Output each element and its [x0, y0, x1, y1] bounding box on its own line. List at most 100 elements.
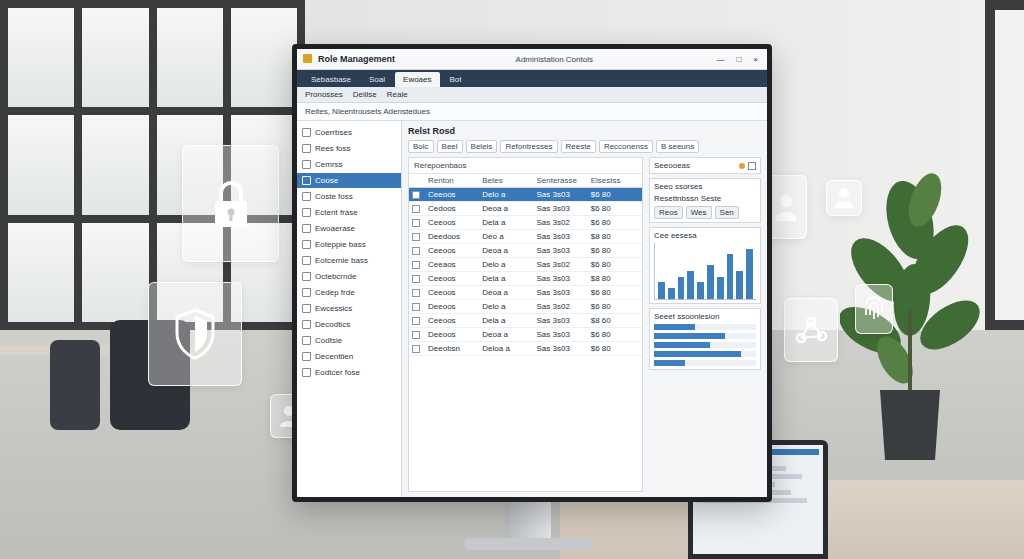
sidebar-item[interactable]: Coerrbses	[297, 125, 401, 140]
table-row[interactable]: CeeoosDeoa aSas 3s03$6 80	[409, 244, 642, 258]
filter-chip[interactable]: Beleis	[466, 140, 498, 153]
panel-button[interactable]: Reos	[654, 206, 683, 219]
sidebar-item[interactable]: Coose	[297, 173, 401, 188]
panel-button[interactable]: Wes	[686, 206, 712, 219]
sidebar-item[interactable]: Coste foss	[297, 189, 401, 204]
window-subtitle: Administation Contols	[401, 55, 707, 64]
row-checkbox[interactable]	[412, 317, 420, 325]
table-row[interactable]: CeeoosDelo aSas 3s03$6 80	[409, 188, 642, 202]
table-cell: Deeoos	[425, 328, 479, 342]
sidebar-item[interactable]: Decenttien	[297, 349, 401, 364]
row-checkbox[interactable]	[412, 289, 420, 297]
table-row[interactable]: CeeoosDela aSas 3s03$8 80	[409, 272, 642, 286]
sidebar-item[interactable]: Ewoaerase	[297, 221, 401, 236]
window-control[interactable]: —	[713, 55, 727, 64]
panel-button[interactable]: Sen	[715, 206, 739, 219]
user-icon	[826, 180, 862, 216]
sidebar-label: Codtsie	[315, 336, 342, 345]
table-cell: Deedoos	[425, 230, 479, 244]
card-sublabel: Resettnbssn Seste	[654, 194, 756, 203]
filter-chip[interactable]: Bolc	[408, 140, 434, 153]
table-cell: Sas 3s03	[534, 314, 588, 328]
sidebar-item[interactable]: Cedep frde	[297, 285, 401, 300]
window-pane	[82, 115, 148, 214]
sidebar-item[interactable]: Eoteppie bass	[297, 237, 401, 252]
table-cell: Deoa a	[479, 202, 533, 216]
lock-icon	[182, 145, 279, 262]
sidebar-item[interactable]: Eodtcer fose	[297, 365, 401, 380]
sidebar-item[interactable]: Codtsie	[297, 333, 401, 348]
table-cell: $6 80	[588, 286, 642, 300]
item-icon	[302, 224, 311, 233]
tab[interactable]: Ewoaes	[395, 72, 439, 87]
hbar	[654, 333, 725, 339]
table-row[interactable]: CeeoosDeoa aSas 3s03$6 80	[409, 286, 642, 300]
sidebar-item[interactable]: Decodtics	[297, 317, 401, 332]
sub-tab[interactable]: Pronosses	[305, 90, 343, 99]
row-checkbox[interactable]	[412, 345, 420, 353]
sidebar-label: Rees foss	[315, 144, 351, 153]
sub-tab[interactable]: Deiilse	[353, 90, 377, 99]
row-checkbox[interactable]	[412, 275, 420, 283]
filter-chip[interactable]: Reeste	[561, 140, 596, 153]
filter-chip[interactable]: Refontresses	[500, 140, 557, 153]
tab[interactable]: Bot	[442, 72, 470, 87]
row-checkbox[interactable]	[412, 261, 420, 269]
row-checkbox[interactable]	[412, 247, 420, 255]
window-control[interactable]: ×	[750, 55, 761, 64]
monitor-base	[465, 538, 595, 550]
table-cell: Cedoos	[425, 202, 479, 216]
sidebar-item[interactable]: Ectent frase	[297, 205, 401, 220]
filter-chip[interactable]: Beel	[437, 140, 463, 153]
table-cell: Sas 3s03	[534, 202, 588, 216]
column-header[interactable]: Elsestss	[588, 174, 642, 188]
row-checkbox[interactable]	[412, 303, 420, 311]
row-checkbox[interactable]	[412, 233, 420, 241]
filter-chip[interactable]: B seeuns	[656, 140, 699, 153]
window-pane	[157, 8, 223, 107]
table-row[interactable]: DeeoosDeoa aSas 3s03$6 80	[409, 328, 642, 342]
sidebar-item[interactable]: Ewcessics	[297, 301, 401, 316]
tab[interactable]: Soal	[361, 72, 393, 87]
row-checkbox[interactable]	[412, 219, 420, 227]
sidebar-item[interactable]: Octebcrnde	[297, 269, 401, 284]
table-cell: Sas 3s03	[534, 328, 588, 342]
table-cell: Ceeoos	[425, 314, 479, 328]
chart-bar	[727, 254, 734, 299]
item-icon	[302, 208, 311, 217]
item-icon	[302, 256, 311, 265]
sidebar-label: Decodtics	[315, 320, 350, 329]
column-header[interactable]: Renton	[425, 174, 479, 188]
column-header[interactable]: Senterasse	[534, 174, 588, 188]
window-pane	[8, 8, 74, 107]
table-row[interactable]: DeeobsnDeloa aSas 3s03$6 80	[409, 342, 642, 356]
sidebar: CoerrbsesRees fossCemrssCooseCoste fossE…	[297, 121, 402, 497]
sidebar-item[interactable]: Cemrss	[297, 157, 401, 172]
table-row[interactable]: CeeaosDelo aSas 3s02$6 80	[409, 258, 642, 272]
row-checkbox[interactable]	[412, 331, 420, 339]
bar-chart	[654, 243, 756, 300]
app-body: CoerrbsesRees fossCemrssCooseCoste fossE…	[297, 121, 767, 497]
sidebar-item[interactable]: Rees foss	[297, 141, 401, 156]
table-cell: Sas 3s03	[534, 342, 588, 356]
roles-table-panel: RerepoenbaosRentonBetesSenterasseElsests…	[408, 157, 643, 492]
table-cell: Delo a	[479, 258, 533, 272]
item-icon	[302, 336, 311, 345]
table-row[interactable]: CeeoosDela aSas 3s02$6 80	[409, 216, 642, 230]
window-control[interactable]: □	[733, 55, 744, 64]
table-cell: Dela a	[479, 314, 533, 328]
row-checkbox[interactable]	[412, 191, 420, 199]
sidebar-label: Coerrbses	[315, 128, 352, 137]
row-checkbox[interactable]	[412, 205, 420, 213]
table-row[interactable]: CeeoosDela aSas 3s03$8 60	[409, 314, 642, 328]
table-row[interactable]: DeeoosDelo aSas 3s02$6 80	[409, 300, 642, 314]
sub-tab[interactable]: Reale	[387, 90, 408, 99]
table-row[interactable]: DeedoosDeo aSas 3s03$8 80	[409, 230, 642, 244]
table-cell: Sas 3s03	[534, 244, 588, 258]
filter-chip[interactable]: Recconenss	[599, 140, 653, 153]
table-row[interactable]: CedoosDeoa aSas 3s03$6 80	[409, 202, 642, 216]
tab[interactable]: Sebasbase	[303, 72, 359, 87]
window-pane	[8, 223, 74, 322]
column-header[interactable]: Betes	[479, 174, 533, 188]
sidebar-item[interactable]: Eotcernie bass	[297, 253, 401, 268]
